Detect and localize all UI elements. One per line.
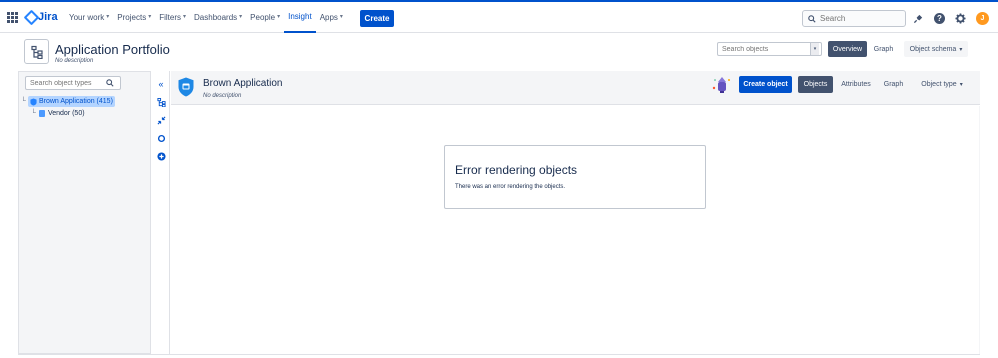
create-object-button[interactable]: Create object xyxy=(739,76,792,93)
page: Jira Your work ▾ Projects ▾ Filters ▾ Da… xyxy=(0,0,998,358)
objects-content-area xyxy=(171,106,980,354)
schema-tree-icon xyxy=(24,39,49,64)
chevron-down-icon: ▾ xyxy=(239,14,243,20)
nav-insight-label: Insight xyxy=(288,12,312,21)
schema-graph-button[interactable]: Graph xyxy=(870,41,897,57)
tree-item-label: Vendor (50) xyxy=(47,110,85,117)
nav-dashboards-label: Dashboards xyxy=(194,13,238,22)
divider xyxy=(18,354,980,355)
chevron-down-icon: ▾ xyxy=(183,14,187,20)
graph-tab[interactable]: Graph xyxy=(880,76,907,93)
object-type-menu-button[interactable]: Object type ▾ xyxy=(914,76,970,93)
add-object-type-icon[interactable] xyxy=(156,151,166,161)
nav-menu: Your work ▾ Projects ▾ Filters ▾ Dashboa… xyxy=(65,2,347,33)
chevron-down-icon: ▾ xyxy=(277,14,281,20)
top-navigation: Jira Your work ▾ Projects ▾ Filters ▾ Da… xyxy=(0,0,998,33)
wizard-illustration-icon xyxy=(711,76,731,94)
collapse-panel-icon[interactable]: « xyxy=(156,79,166,89)
object-type-menu-label: Object type xyxy=(921,81,957,88)
object-type-description: No description xyxy=(203,93,242,99)
object-type-title: Brown Application xyxy=(203,78,283,89)
tree-item-vendor[interactable]: └ Vendor (50) xyxy=(31,108,85,119)
object-schema-menu-button[interactable]: Object schema ▾ xyxy=(904,41,968,57)
error-title: Error rendering objects xyxy=(455,163,578,177)
chevron-down-icon: ▾ xyxy=(959,46,963,53)
nav-filters[interactable]: Filters ▾ xyxy=(155,2,190,33)
chevron-down-icon: ▾ xyxy=(339,14,343,20)
chevron-down-icon: ▾ xyxy=(106,14,110,20)
chevron-down-icon: ▾ xyxy=(959,82,963,88)
vendor-icon xyxy=(38,110,45,117)
search-objects-field[interactable]: ▾ xyxy=(717,42,822,56)
global-search-input[interactable] xyxy=(820,14,900,23)
nav-projects-label: Projects xyxy=(117,13,147,22)
nav-apps-label: Apps xyxy=(319,13,338,22)
tree-item-selected: Brown Application (415) xyxy=(27,96,115,107)
nav-people-label: People xyxy=(250,13,276,22)
create-button[interactable]: Create xyxy=(360,10,394,27)
global-search[interactable] xyxy=(802,10,906,27)
nav-your-work[interactable]: Your work ▾ xyxy=(65,2,113,33)
chevron-down-icon: ▾ xyxy=(148,14,152,20)
error-message-box: Error rendering objects There was an err… xyxy=(444,145,706,209)
nav-insight[interactable]: Insight xyxy=(284,2,316,33)
nav-filters-label: Filters xyxy=(159,13,181,22)
refresh-icon[interactable] xyxy=(156,133,166,143)
avatar[interactable]: J xyxy=(976,12,989,25)
help-icon[interactable]: ? xyxy=(934,13,945,24)
tree-item-label: Brown Application (415) xyxy=(38,98,113,105)
search-object-types-field[interactable] xyxy=(25,76,121,90)
jira-logo[interactable]: Jira xyxy=(25,11,58,23)
settings-icon[interactable] xyxy=(955,13,966,24)
tree-connector: └ xyxy=(31,110,36,117)
object-schema-label: Object schema xyxy=(909,45,957,53)
object-type-tree-panel: └ Brown Application (415) └ Vendor (50) xyxy=(18,71,151,354)
nav-projects[interactable]: Projects ▾ xyxy=(113,2,155,33)
error-text: There was an error rendering the objects… xyxy=(455,184,566,190)
search-object-types-input[interactable] xyxy=(30,79,106,87)
app-switcher-icon[interactable] xyxy=(7,12,18,23)
chevron-down-icon[interactable]: ▾ xyxy=(810,43,819,55)
nav-apps[interactable]: Apps ▾ xyxy=(316,2,347,33)
jira-logo-icon xyxy=(25,11,35,23)
tree-item-brown-application[interactable]: └ Brown Application (415) xyxy=(21,96,115,107)
attributes-tab[interactable]: Attributes xyxy=(837,76,875,93)
minimize-icon[interactable] xyxy=(156,115,166,125)
tree-connector: └ xyxy=(21,98,26,105)
search-icon xyxy=(808,14,816,23)
nav-your-work-label: Your work xyxy=(69,13,105,22)
hierarchy-icon[interactable] xyxy=(156,97,166,107)
tree-toolbar: « xyxy=(152,71,170,354)
search-objects-input[interactable] xyxy=(718,45,810,53)
notifications-icon[interactable] xyxy=(913,13,924,24)
logo-text: Jira xyxy=(38,11,58,23)
shield-icon xyxy=(178,77,194,97)
search-icon xyxy=(106,79,114,87)
nav-dashboards[interactable]: Dashboards ▾ xyxy=(190,2,246,33)
shield-icon xyxy=(30,98,37,105)
page-title: Application Portfolio xyxy=(55,42,170,57)
schema-description: No description xyxy=(55,58,94,64)
overview-button[interactable]: Overview xyxy=(828,41,867,57)
objects-tab[interactable]: Objects xyxy=(798,76,833,93)
nav-people[interactable]: People ▾ xyxy=(246,2,284,33)
